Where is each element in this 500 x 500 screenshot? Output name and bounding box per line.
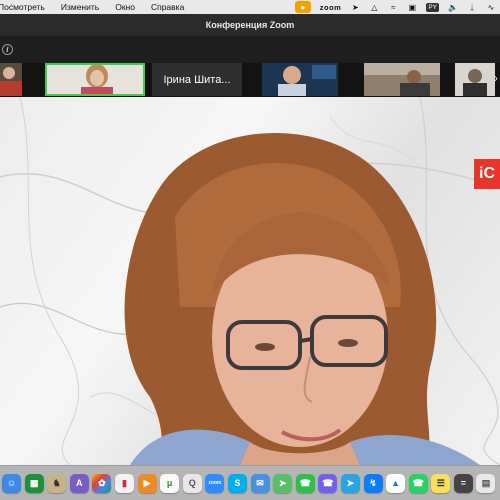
- window-titlebar: Конференция Zoom: [0, 14, 500, 37]
- meeting-info-icon[interactable]: i: [2, 44, 13, 55]
- microphone-in-use-icon[interactable]: ●: [294, 1, 311, 13]
- participant-thumbnail-active-speaker[interactable]: [45, 63, 145, 96]
- notes-icon[interactable]: ☰: [431, 473, 451, 493]
- menu-bar: Посмотреть Изменить Окно Справка ● zoom …: [0, 0, 500, 14]
- meeting-toolbar: i: [0, 36, 500, 63]
- screen-mirroring-icon[interactable]: ▣: [407, 2, 417, 12]
- taskmanager-icon[interactable]: ▶: [137, 473, 157, 493]
- photos-icon[interactable]: ✿: [92, 473, 112, 493]
- keyboard-layout-indicator[interactable]: PY: [426, 2, 439, 12]
- menu-view[interactable]: Посмотреть: [0, 2, 45, 12]
- translate-icon[interactable]: A: [69, 473, 89, 493]
- quicktime-icon[interactable]: Q: [182, 473, 202, 493]
- participant-video-icon: [262, 63, 338, 96]
- zoom-icon[interactable]: zoom: [205, 473, 225, 493]
- send-status-icon[interactable]: △: [369, 2, 379, 12]
- messenger-icon[interactable]: ↯: [363, 473, 383, 493]
- wifi-icon[interactable]: ∿: [486, 2, 496, 12]
- finder-icon[interactable]: ☺: [2, 473, 21, 493]
- telegram-status-icon[interactable]: ➤: [350, 2, 360, 12]
- window-title: Конференция Zoom: [205, 20, 295, 30]
- books-icon[interactable]: ▮: [114, 473, 134, 493]
- volume-icon[interactable]: 🔈: [448, 2, 458, 12]
- mail-icon[interactable]: ✉: [250, 473, 270, 493]
- participant-thumbnail[interactable]: [262, 63, 338, 96]
- participant-strip: Ірина Шита... ›: [0, 63, 500, 97]
- active-speaker-video[interactable]: iC: [0, 97, 500, 465]
- participant-name: Ірина Шита...: [152, 63, 242, 96]
- participant-thumbnail[interactable]: [455, 63, 495, 96]
- viber-icon[interactable]: ☎: [318, 473, 338, 493]
- participant-thumbnail[interactable]: [364, 63, 440, 96]
- drive-icon[interactable]: ▲: [386, 473, 406, 493]
- participant-video-icon: [455, 63, 495, 96]
- bluetooth-icon[interactable]: ᛣ: [467, 2, 477, 12]
- macos-dock: ☺ ▦ ♞ A ✿ ▮ ▶ μ Q zoom S ✉ ➤ ☎ ☎ ➤ ↯ ▲ ☎…: [0, 465, 500, 500]
- calculator-icon[interactable]: =: [453, 473, 473, 493]
- preview-icon[interactable]: ▤: [476, 473, 496, 493]
- menu-edit[interactable]: Изменить: [61, 2, 99, 12]
- status-area: ● zoom ➤ △ ≈ ▣ PY 🔈 ᛣ ∿: [294, 0, 496, 14]
- menu-help[interactable]: Справка: [151, 2, 184, 12]
- menu-window[interactable]: Окно: [115, 2, 135, 12]
- whatsapp-icon[interactable]: ☎: [408, 473, 428, 493]
- participant-video-icon: [0, 63, 22, 96]
- skype-icon[interactable]: S: [227, 473, 247, 493]
- participant-video-icon: [364, 63, 440, 96]
- torrent-icon[interactable]: μ: [160, 473, 180, 493]
- participant-thumbnail-name[interactable]: Ірина Шита...: [152, 63, 242, 96]
- facetime-icon[interactable]: ☎: [295, 473, 315, 493]
- zoom-status-item[interactable]: zoom: [320, 3, 342, 12]
- vpn-status-icon[interactable]: ≈: [388, 2, 398, 12]
- spreadsheet-icon[interactable]: ▦: [24, 473, 44, 493]
- chess-icon[interactable]: ♞: [47, 473, 67, 493]
- participant-thumbnail[interactable]: [0, 63, 22, 96]
- chevron-right-icon[interactable]: ›: [494, 71, 498, 85]
- speaker-video-frame: [124, 133, 480, 465]
- telegram-icon[interactable]: ➤: [340, 473, 360, 493]
- participant-video-icon: [45, 63, 145, 96]
- maps-icon[interactable]: ➤: [273, 473, 293, 493]
